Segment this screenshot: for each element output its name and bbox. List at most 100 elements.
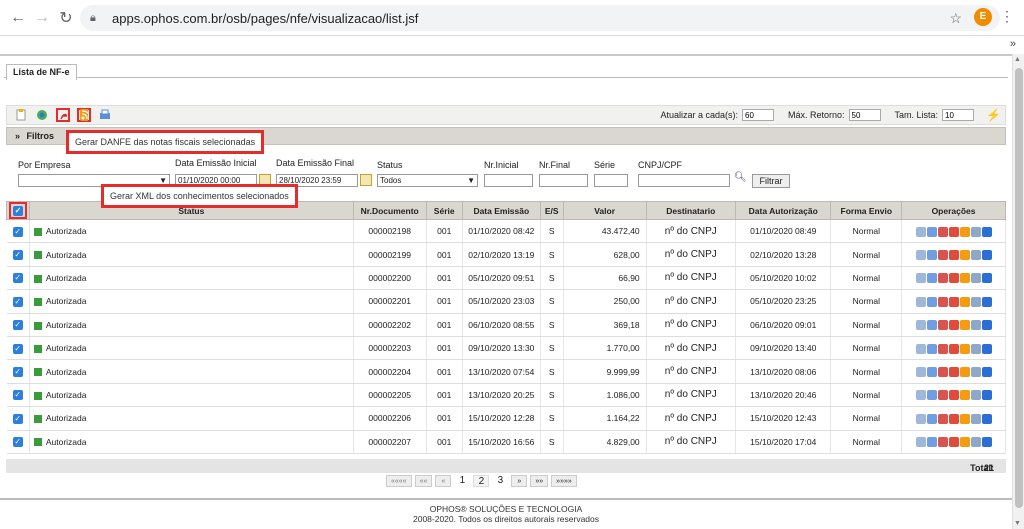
info-icon[interactable]	[981, 226, 992, 237]
copy-icon[interactable]	[926, 413, 937, 424]
row-checkbox[interactable]: ✓	[12, 320, 23, 331]
email-icon[interactable]	[970, 296, 981, 307]
cancel-icon[interactable]	[937, 320, 948, 331]
browser-menu-icon[interactable]: ⋮	[1000, 8, 1014, 25]
back-arrow-icon[interactable]: ←	[6, 9, 30, 27]
xml-icon[interactable]	[959, 390, 970, 401]
magnifier-icon[interactable]	[915, 320, 926, 331]
scroll-up-icon[interactable]: ▲	[1014, 56, 1021, 63]
row-checkbox[interactable]: ✓	[12, 413, 23, 424]
tam-lista-input[interactable]	[942, 109, 975, 121]
col-valor[interactable]: Valor	[562, 201, 647, 220]
fast-next-button[interactable]: »»	[530, 475, 549, 487]
cancel-icon[interactable]	[937, 413, 948, 424]
magnifier-icon[interactable]	[915, 343, 926, 354]
email-icon[interactable]	[970, 249, 981, 260]
row-checkbox[interactable]: ✓	[12, 273, 23, 284]
col-serie[interactable]: Série	[425, 201, 463, 220]
cancel-icon[interactable]	[937, 437, 948, 448]
table-row[interactable]: ✓ Autorizada 000002198 001 01/10/2020 08:42 S…	[6, 219, 1006, 244]
pdf-icon[interactable]	[948, 249, 959, 260]
xml-icon[interactable]	[959, 249, 970, 260]
pdf-icon[interactable]	[948, 390, 959, 401]
table-row[interactable]: ✓ Autorizada 000002200 001 05/10/2020 09:51 S…	[6, 266, 1006, 291]
bookmarks-more-icon[interactable]: »	[1010, 38, 1016, 50]
bookmark-star-icon[interactable]: ☆	[949, 10, 962, 27]
magnifier-icon[interactable]	[915, 390, 926, 401]
xml-export-icon[interactable]	[77, 108, 91, 122]
address-bar[interactable]: 🔒︎ apps.ophos.com.br/osb/pages/nfe/visua…	[80, 5, 1000, 31]
status-select[interactable]: Todos ▼	[377, 174, 478, 187]
xml-icon[interactable]	[959, 226, 970, 237]
cancel-icon[interactable]	[937, 249, 948, 260]
table-row[interactable]: ✓ Autorizada 000002207 001 15/10/2020 16:56 S…	[6, 430, 1006, 454]
scroll-down-icon[interactable]: ▼	[1014, 520, 1021, 527]
xml-icon[interactable]	[959, 320, 970, 331]
page-1[interactable]: 1	[454, 475, 471, 487]
row-checkbox[interactable]: ✓	[12, 250, 23, 261]
copy-icon[interactable]	[926, 296, 937, 307]
row-checkbox[interactable]: ✓	[12, 343, 23, 354]
cancel-icon[interactable]	[937, 226, 948, 237]
send-email-icon[interactable]	[35, 108, 49, 122]
cancel-icon[interactable]	[937, 366, 948, 377]
col-data-autorizacao[interactable]: Data Autorização	[734, 201, 832, 220]
table-row[interactable]: ✓ Autorizada 000002199 001 02/10/2020 13:19 S…	[6, 242, 1006, 267]
page-scrollbar[interactable]: ▲ ▼	[1012, 54, 1024, 529]
cancel-icon[interactable]	[937, 273, 948, 284]
email-icon[interactable]	[970, 343, 981, 354]
info-icon[interactable]	[981, 390, 992, 401]
pdf-icon[interactable]	[948, 343, 959, 354]
table-row[interactable]: ✓ Autorizada 000002205 001 13/10/2020 20:25 S…	[6, 383, 1006, 408]
new-document-icon[interactable]	[14, 108, 28, 122]
magnifier-icon[interactable]	[915, 296, 926, 307]
scroll-thumb[interactable]	[1015, 68, 1023, 508]
pdf-icon[interactable]	[948, 437, 959, 448]
info-icon[interactable]	[981, 273, 992, 284]
copy-icon[interactable]	[926, 390, 937, 401]
email-icon[interactable]	[970, 366, 981, 377]
magnifier-icon[interactable]	[915, 273, 926, 284]
info-icon[interactable]	[981, 437, 992, 448]
page-3[interactable]: 3	[492, 475, 509, 487]
cancel-icon[interactable]	[937, 390, 948, 401]
pdf-icon[interactable]	[948, 273, 959, 284]
xml-icon[interactable]	[959, 296, 970, 307]
search-icon[interactable]: 🔍︎	[734, 172, 747, 183]
table-row[interactable]: ✓ Autorizada 000002206 001 15/10/2020 12:28 S…	[6, 406, 1006, 431]
col-es[interactable]: E/S	[539, 201, 564, 220]
email-icon[interactable]	[970, 413, 981, 424]
table-row[interactable]: ✓ Autorizada 000002203 001 09/10/2020 13:30 S…	[6, 336, 1006, 361]
filtrar-button[interactable]: Filtrar	[752, 174, 790, 188]
info-icon[interactable]	[981, 366, 992, 377]
pdf-icon[interactable]	[948, 366, 959, 377]
pdf-icon[interactable]	[948, 413, 959, 424]
cancel-icon[interactable]	[937, 343, 948, 354]
copy-icon[interactable]	[926, 249, 937, 260]
row-checkbox[interactable]: ✓	[12, 226, 23, 237]
magnifier-icon[interactable]	[915, 366, 926, 377]
cancel-icon[interactable]	[937, 296, 948, 307]
page-2[interactable]: 2	[473, 475, 490, 487]
copy-icon[interactable]	[926, 343, 937, 354]
info-icon[interactable]	[981, 320, 992, 331]
info-icon[interactable]	[981, 413, 992, 424]
xml-icon[interactable]	[959, 343, 970, 354]
email-icon[interactable]	[970, 437, 981, 448]
copy-icon[interactable]	[926, 320, 937, 331]
profile-avatar[interactable]: E	[974, 8, 992, 26]
row-checkbox[interactable]: ✓	[12, 390, 23, 401]
col-destinatario[interactable]: Destinatario	[645, 201, 736, 220]
table-row[interactable]: ✓ Autorizada 000002204 001 13/10/2020 07:54 S…	[6, 359, 1006, 384]
xml-icon[interactable]	[959, 437, 970, 448]
magnifier-icon[interactable]	[915, 437, 926, 448]
max-retorno-input[interactable]	[848, 109, 881, 121]
copy-icon[interactable]	[926, 366, 937, 377]
email-icon[interactable]	[970, 226, 981, 237]
copy-icon[interactable]	[926, 437, 937, 448]
table-row[interactable]: ✓ Autorizada 000002202 001 06/10/2020 08:55 S…	[6, 313, 1006, 337]
nr-final-input[interactable]	[539, 174, 588, 187]
calendar-icon[interactable]	[360, 174, 372, 186]
magnifier-icon[interactable]	[915, 249, 926, 260]
cnpj-input[interactable]	[638, 174, 730, 187]
